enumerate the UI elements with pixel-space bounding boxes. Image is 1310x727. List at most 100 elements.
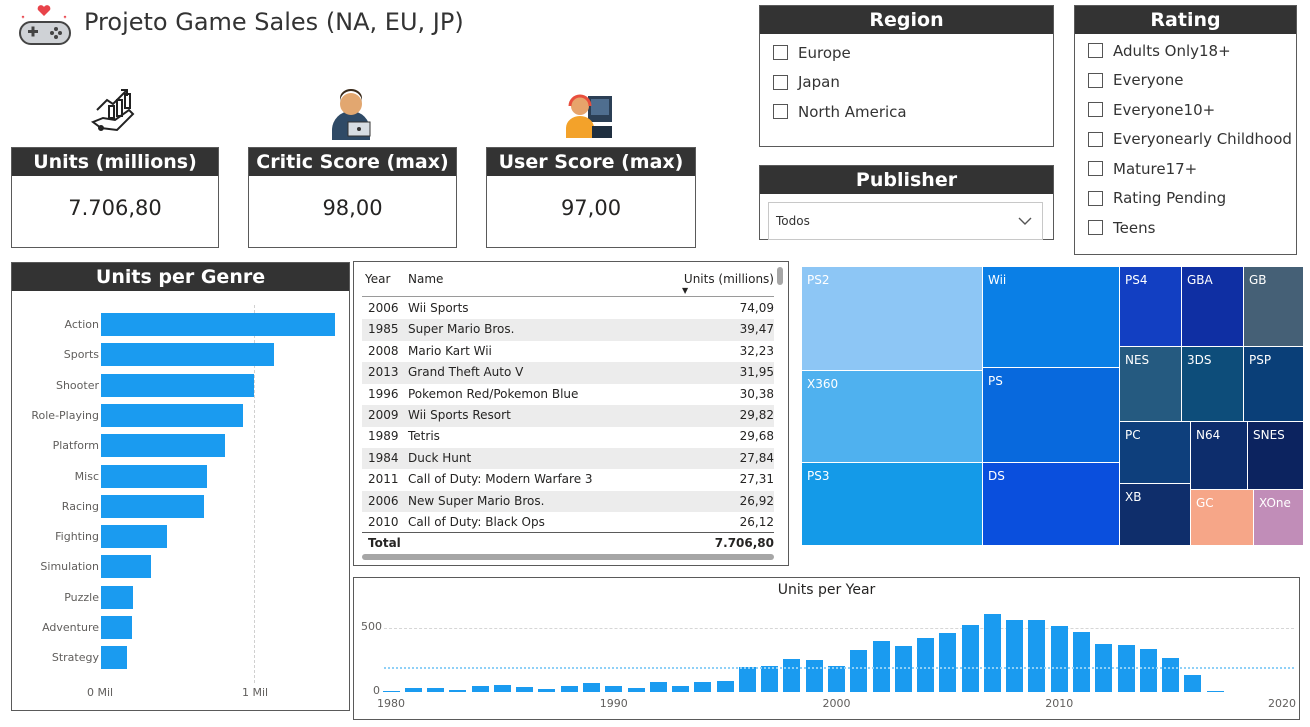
treemap-tile-gba[interactable]: GBA bbox=[1182, 267, 1244, 347]
rating-option[interactable]: Rating Pending bbox=[1075, 184, 1296, 214]
year-bar[interactable] bbox=[1184, 675, 1202, 692]
year-bar[interactable] bbox=[516, 687, 534, 692]
publisher-dropdown[interactable]: Todos bbox=[768, 202, 1043, 240]
table-row[interactable]: 2006 Wii Sports 74,09 bbox=[362, 298, 774, 320]
treemap-tile-gc[interactable]: GC bbox=[1191, 490, 1254, 546]
year-bar[interactable] bbox=[850, 649, 868, 692]
treemap-tile-xone[interactable]: XOne bbox=[1254, 490, 1304, 546]
year-bar[interactable] bbox=[939, 633, 957, 692]
year-bar[interactable] bbox=[828, 666, 845, 692]
table-row[interactable]: 1984 Duck Hunt 27,84 bbox=[362, 447, 774, 470]
treemap-tile-snes[interactable]: SNES bbox=[1248, 422, 1304, 490]
year-bar[interactable] bbox=[627, 687, 645, 692]
treemap-tile-ps2[interactable]: PS2 bbox=[802, 267, 983, 371]
vertical-scrollbar[interactable] bbox=[777, 267, 783, 285]
year-bar[interactable] bbox=[961, 625, 979, 692]
year-bar[interactable] bbox=[761, 666, 779, 692]
column-header-units[interactable]: Units (millions) bbox=[684, 272, 774, 286]
table-row[interactable]: 1985 Super Mario Bros. 39,47 bbox=[362, 319, 774, 341]
year-bar[interactable] bbox=[917, 638, 935, 692]
year-bar[interactable] bbox=[404, 687, 422, 692]
treemap-tile-3ds[interactable]: 3DS bbox=[1182, 347, 1244, 422]
table-row[interactable]: 2009 Wii Sports Resort 29,82 bbox=[362, 405, 774, 427]
year-bar[interactable] bbox=[694, 681, 712, 692]
column-header-year[interactable]: Year bbox=[365, 272, 390, 286]
region-option-europe[interactable]: Europe bbox=[760, 38, 1053, 68]
table-row[interactable]: 2006 New Super Mario Bros. 26,92 bbox=[362, 490, 774, 513]
checkbox[interactable] bbox=[1088, 220, 1103, 236]
column-header-name[interactable]: Name bbox=[408, 272, 443, 286]
treemap-tile-ps[interactable]: PS bbox=[983, 368, 1120, 463]
year-bar[interactable] bbox=[1206, 690, 1224, 692]
year-bar[interactable] bbox=[1050, 625, 1068, 692]
treemap-tile-ds[interactable]: DS bbox=[983, 463, 1120, 546]
horizontal-scrollbar[interactable] bbox=[362, 554, 774, 560]
table-row[interactable]: 1989 Tetris 29,68 bbox=[362, 426, 774, 448]
year-bar[interactable] bbox=[560, 685, 578, 692]
year-bar[interactable] bbox=[582, 682, 600, 692]
treemap-tile-ps3[interactable]: PS3 bbox=[802, 463, 983, 546]
treemap-tile-pc[interactable]: PC bbox=[1120, 422, 1191, 484]
rating-option[interactable]: Everyone bbox=[1075, 66, 1296, 96]
year-bar[interactable] bbox=[538, 689, 556, 692]
year-bar[interactable] bbox=[894, 646, 912, 692]
treemap-tile-n64[interactable]: N64 bbox=[1191, 422, 1248, 490]
rating-option[interactable]: Adults Only18+ bbox=[1075, 36, 1296, 66]
year-bar[interactable] bbox=[449, 689, 467, 692]
year-bar[interactable] bbox=[805, 659, 823, 692]
year-bar[interactable] bbox=[783, 659, 801, 692]
genre-bar[interactable] bbox=[101, 373, 254, 397]
genre-bar[interactable] bbox=[101, 464, 207, 488]
genre-bar[interactable] bbox=[101, 403, 244, 427]
year-bar[interactable] bbox=[493, 685, 511, 692]
year-bar[interactable] bbox=[605, 685, 623, 692]
treemap-tile-wii[interactable]: Wii bbox=[983, 267, 1120, 368]
genre-bar[interactable] bbox=[101, 434, 225, 458]
year-bar[interactable] bbox=[672, 686, 690, 692]
genre-bar[interactable] bbox=[101, 555, 152, 579]
year-bar[interactable] bbox=[1073, 632, 1091, 692]
treemap-tile-nes[interactable]: NES bbox=[1120, 347, 1182, 422]
checkbox[interactable] bbox=[773, 45, 788, 61]
genre-bar[interactable] bbox=[101, 494, 204, 518]
year-bar[interactable] bbox=[1028, 620, 1046, 692]
year-bar[interactable] bbox=[1139, 648, 1157, 692]
rating-option[interactable]: Everyone10+ bbox=[1075, 95, 1296, 125]
treemap-tile-gb[interactable]: GB bbox=[1244, 267, 1304, 347]
treemap-tile-ps4[interactable]: PS4 bbox=[1120, 267, 1182, 347]
checkbox[interactable] bbox=[1088, 190, 1103, 206]
checkbox[interactable] bbox=[773, 74, 788, 90]
year-bar[interactable] bbox=[427, 688, 445, 692]
year-bar[interactable] bbox=[649, 682, 667, 692]
table-row[interactable]: 1996 Pokemon Red/Pokemon Blue 30,38 bbox=[362, 384, 774, 406]
rating-option[interactable]: Mature17+ bbox=[1075, 154, 1296, 184]
rating-option[interactable]: Everyonearly Childhood bbox=[1075, 125, 1296, 155]
checkbox[interactable] bbox=[1088, 102, 1103, 118]
year-bar[interactable] bbox=[716, 680, 734, 692]
year-bar[interactable] bbox=[471, 685, 489, 692]
year-bar[interactable] bbox=[738, 666, 756, 692]
table-row[interactable]: 2011 Call of Duty: Modern Warfare 3 27,31 bbox=[362, 469, 774, 491]
rating-option[interactable]: Teens bbox=[1075, 213, 1296, 243]
checkbox[interactable] bbox=[1088, 43, 1103, 59]
treemap-tile-x360[interactable]: X360 bbox=[802, 371, 983, 463]
year-bar[interactable] bbox=[983, 613, 1001, 692]
genre-bar[interactable] bbox=[101, 313, 336, 336]
genre-bar[interactable] bbox=[101, 343, 274, 367]
checkbox[interactable] bbox=[773, 104, 788, 120]
table-row[interactable]: 2010 Call of Duty: Black Ops 26,12 bbox=[362, 512, 774, 534]
table-row[interactable]: 2013 Grand Theft Auto V 31,95 bbox=[362, 362, 774, 384]
genre-bar[interactable] bbox=[101, 646, 127, 670]
year-bar[interactable] bbox=[382, 690, 400, 692]
checkbox[interactable] bbox=[1088, 72, 1103, 88]
region-option-japan[interactable]: Japan bbox=[760, 68, 1053, 98]
year-bar[interactable] bbox=[1006, 619, 1024, 692]
genre-bar[interactable] bbox=[101, 585, 134, 609]
genre-bar[interactable] bbox=[101, 525, 167, 549]
treemap-tile-psp[interactable]: PSP bbox=[1244, 347, 1304, 422]
year-bar[interactable] bbox=[1162, 657, 1180, 692]
genre-bar[interactable] bbox=[101, 616, 132, 639]
checkbox[interactable] bbox=[1088, 131, 1103, 147]
treemap-tile-xb[interactable]: XB bbox=[1120, 484, 1191, 546]
table-row[interactable]: 2008 Mario Kart Wii 32,23 bbox=[362, 341, 774, 363]
